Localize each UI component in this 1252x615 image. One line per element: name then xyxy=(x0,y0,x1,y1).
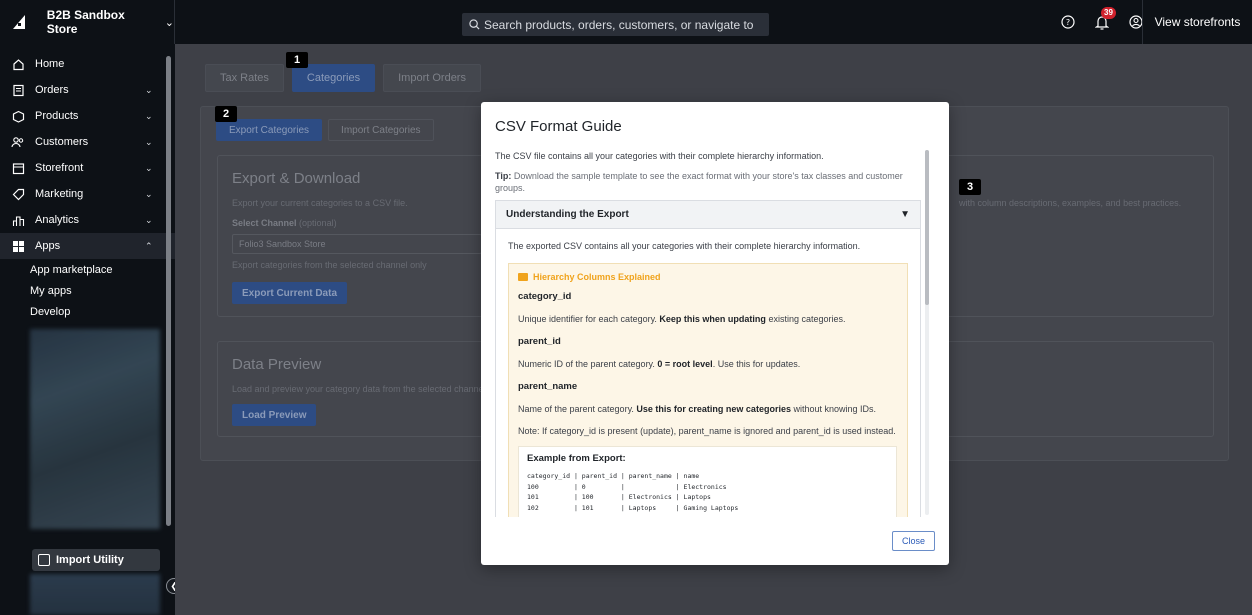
search-icon xyxy=(469,19,480,30)
annotation-marker-1: 1 xyxy=(286,52,308,68)
subtab-export-categories[interactable]: Export Categories xyxy=(216,119,323,141)
sidebar-item-storefront[interactable]: Storefront ⌄ xyxy=(0,155,175,181)
column-name: parent_name xyxy=(518,381,578,392)
column-description: Name of the parent category. Use this fo… xyxy=(518,404,876,414)
search-placeholder: Search products, orders, customers, or n… xyxy=(484,17,754,32)
column-description: Unique identifier for each category. Kee… xyxy=(518,314,846,324)
storefront-icon xyxy=(10,160,26,176)
data-preview-title: Data Preview xyxy=(232,356,322,373)
hierarchy-columns-box: Hierarchy Columns Explained category_id … xyxy=(508,263,908,517)
column-name: category_id xyxy=(518,291,572,302)
sidebar-item-label: Import Utility xyxy=(56,554,124,566)
store-switcher[interactable]: B2B Sandbox Store ⌄ xyxy=(0,0,175,44)
tab-tax-rates[interactable]: Tax Rates xyxy=(205,64,284,92)
orders-icon xyxy=(10,82,26,98)
help-icon[interactable]: ? xyxy=(1058,10,1078,34)
chevron-down-icon: ⌄ xyxy=(145,110,153,121)
export-title: Export & Download xyxy=(232,170,361,187)
search-input[interactable]: Search products, orders, customers, or n… xyxy=(462,13,769,36)
sidebar: Home Orders ⌄ Products ⌄ Customers ⌄ Sto… xyxy=(0,44,175,615)
bigcommerce-logo-icon xyxy=(4,0,37,44)
sidebar-item-marketing[interactable]: Marketing ⌄ xyxy=(0,181,175,207)
modal-title: CSV Format Guide xyxy=(495,118,622,135)
chevron-down-icon: ⌄ xyxy=(145,214,153,225)
modal-tip: Tip: Download the sample template to see… xyxy=(495,171,903,193)
sidebar-item-orders[interactable]: Orders ⌄ xyxy=(0,77,175,103)
sidebar-item-label: Marketing xyxy=(35,188,84,200)
svg-text:?: ? xyxy=(1066,18,1070,27)
sidebar-subitem-import-utility[interactable]: Import Utility xyxy=(32,549,160,571)
example-title: Example from Export: xyxy=(527,453,626,464)
channel-select[interactable]: Folio3 Sandbox Store xyxy=(232,234,482,254)
tab-categories[interactable]: Categories xyxy=(291,64,376,92)
marketing-tag-icon xyxy=(10,186,26,202)
channel-hint: Export categories from the selected chan… xyxy=(232,260,427,270)
data-preview-description: Load and preview your category data from… xyxy=(232,384,486,394)
folder-icon xyxy=(518,273,528,281)
annotation-marker-2: 2 xyxy=(215,106,237,122)
sidebar-item-label: Storefront xyxy=(35,162,84,174)
hierarchy-note: Note: If category_id is present (update)… xyxy=(518,426,896,436)
sidebar-item-products[interactable]: Products ⌄ xyxy=(0,103,175,129)
sidebar-subitem-app-marketplace[interactable]: App marketplace xyxy=(0,259,175,280)
accordion-title: Understanding the Export xyxy=(506,209,629,220)
sidebar-item-home[interactable]: Home xyxy=(0,51,175,77)
column-description: Numeric ID of the parent category. 0 = r… xyxy=(518,359,801,369)
load-preview-button[interactable]: Load Preview xyxy=(232,404,317,426)
guide-hint: with column descriptions, examples, and … xyxy=(959,198,1182,208)
hierarchy-title: Hierarchy Columns Explained xyxy=(518,272,897,282)
export-example: Example from Export: category_id | paren… xyxy=(518,446,897,517)
sidebar-subitem-my-apps[interactable]: My apps xyxy=(0,280,175,301)
chevron-down-icon: ⌄ xyxy=(145,84,153,95)
blurred-app-list-bottom xyxy=(30,574,160,615)
export-description: Export your current categories to a CSV … xyxy=(232,198,408,208)
modal-scrollbar-thumb[interactable] xyxy=(925,150,929,305)
apps-icon xyxy=(10,238,26,254)
sidebar-item-label: Apps xyxy=(35,240,61,252)
sidebar-item-apps[interactable]: Apps ⌃ xyxy=(0,233,175,259)
column-name: parent_id xyxy=(518,336,561,347)
analytics-icon xyxy=(10,212,26,228)
sidebar-item-label: Orders xyxy=(35,84,69,96)
annotation-marker-3: 3 xyxy=(959,179,981,195)
sidebar-item-label: Home xyxy=(35,58,65,70)
export-current-data-button[interactable]: Export Current Data xyxy=(232,282,348,304)
sidebar-item-label: Customers xyxy=(35,136,89,148)
chevron-up-icon: ⌃ xyxy=(145,240,153,251)
close-button[interactable]: Close xyxy=(892,531,935,551)
sidebar-item-label: Products xyxy=(35,110,79,122)
home-icon xyxy=(10,56,26,72)
tab-import-orders[interactable]: Import Orders xyxy=(383,64,481,92)
notification-badge: 39 xyxy=(1101,7,1116,19)
view-storefronts-button[interactable]: View storefronts xyxy=(1142,0,1252,44)
blurred-app-list xyxy=(30,329,160,529)
app-icon xyxy=(38,554,50,566)
modal-intro: The CSV file contains all your categorie… xyxy=(495,151,824,161)
modal-body: The CSV file contains all your categorie… xyxy=(495,148,925,517)
subtab-import-categories[interactable]: Import Categories xyxy=(328,119,434,141)
triangle-down-icon: ▼ xyxy=(900,209,910,220)
chevron-down-icon: ⌄ xyxy=(145,162,153,173)
sidebar-item-analytics[interactable]: Analytics ⌄ xyxy=(0,207,175,233)
accordion-understanding-export: Understanding the Export ▼ The exported … xyxy=(495,200,921,517)
products-icon xyxy=(10,108,26,124)
top-bar: B2B Sandbox Store ⌄ Search products, ord… xyxy=(0,0,1252,44)
customers-icon xyxy=(10,134,26,150)
accordion-intro: The exported CSV contains all your categ… xyxy=(508,241,861,251)
chevron-down-icon: ⌄ xyxy=(164,16,174,29)
sidebar-item-label: Analytics xyxy=(35,214,80,226)
sidebar-item-customers[interactable]: Customers ⌄ xyxy=(0,129,175,155)
sidebar-subitem-develop[interactable]: Develop xyxy=(0,301,175,322)
csv-format-guide-modal: CSV Format Guide The CSV file contains a… xyxy=(481,102,949,565)
chevron-down-icon: ⌄ xyxy=(145,188,153,199)
chevron-down-icon: ⌄ xyxy=(145,136,153,147)
accordion-header[interactable]: Understanding the Export ▼ xyxy=(496,201,920,229)
sidebar-scrollbar[interactable] xyxy=(166,56,171,526)
notifications-bell-icon[interactable]: 39 xyxy=(1092,7,1116,34)
channel-label: Select Channel (optional) xyxy=(232,218,337,228)
store-name: B2B Sandbox Store xyxy=(46,8,125,36)
example-code: category_id | parent_id | parent_name | … xyxy=(527,472,739,512)
